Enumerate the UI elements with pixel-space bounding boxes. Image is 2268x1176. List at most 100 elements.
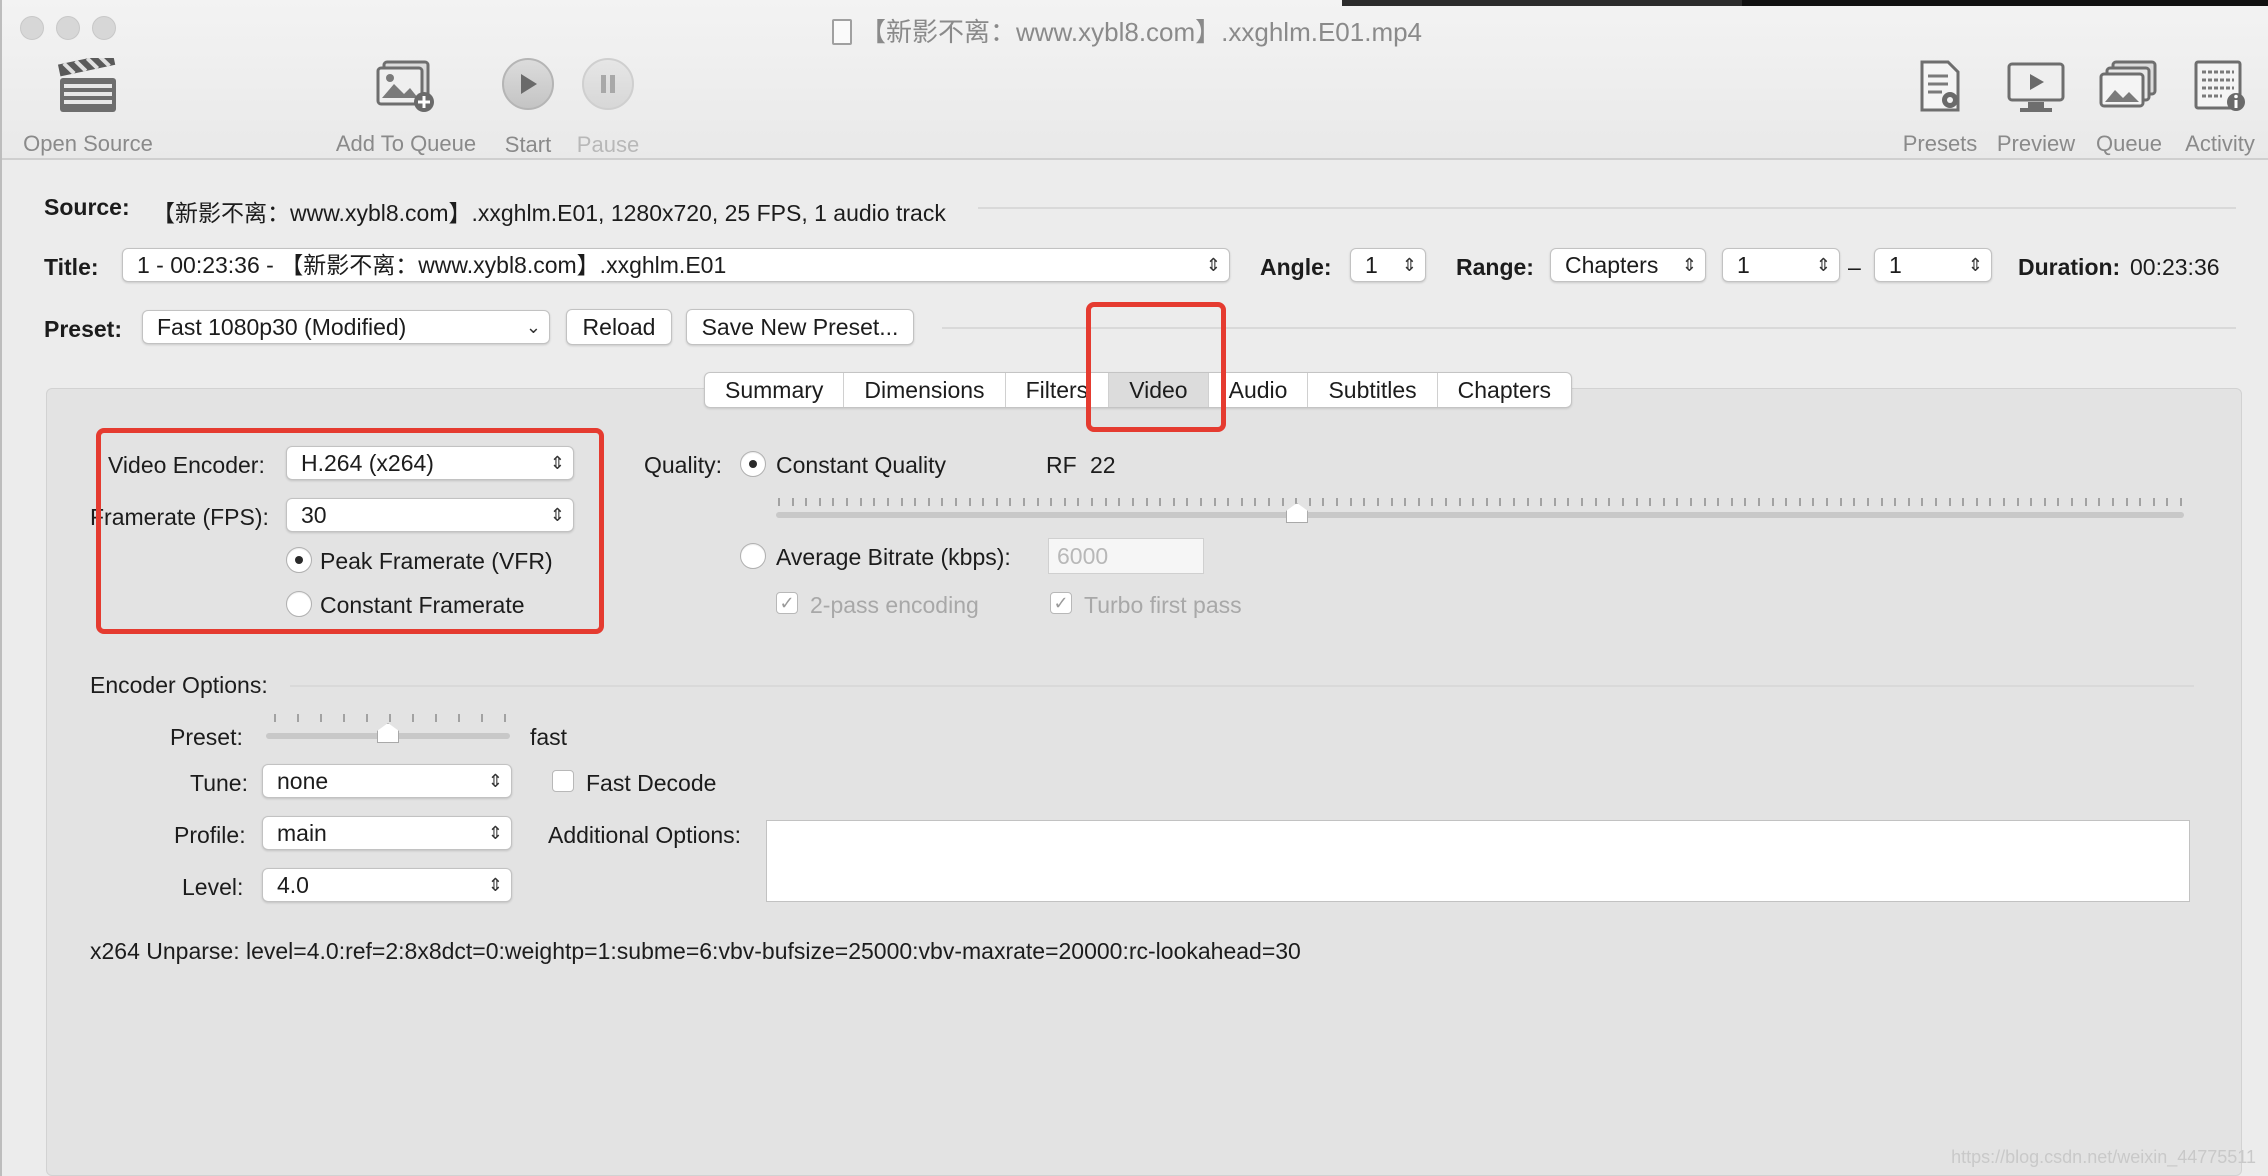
queue-label: Queue <box>2095 131 2163 156</box>
fast-decode-checkbox[interactable] <box>552 770 574 792</box>
rf-slider-ticks <box>778 498 2182 506</box>
updown-arrow-icon: ⇕ <box>487 823 503 843</box>
updown-arrow-icon: ⇕ <box>1205 255 1221 275</box>
pause-icon <box>582 58 634 110</box>
preset-label: Preset: <box>44 316 122 342</box>
profile-value: main <box>277 820 327 846</box>
additional-options-textarea[interactable] <box>766 820 2190 902</box>
preset-select[interactable]: Fast 1080p30 (Modified) ⌄ <box>142 310 550 344</box>
updown-arrow-icon: ⇕ <box>487 771 503 791</box>
encoder-options-heading: Encoder Options: <box>90 672 268 698</box>
tab-summary[interactable]: Summary <box>705 373 845 407</box>
window-title-text: 【新影不离：www.xybl8.com】.xxghlm.E01.mp4 <box>860 17 1423 47</box>
source-label: Source: <box>44 194 130 220</box>
start-label: Start <box>504 132 552 157</box>
queue-button[interactable]: Queue <box>2090 58 2168 157</box>
reload-button[interactable]: Reload <box>566 309 672 345</box>
fast-decode-label: Fast Decode <box>586 770 717 796</box>
angle-value: 1 <box>1365 252 1378 278</box>
range-end-stepper[interactable]: 1 ⇕ <box>1874 248 1992 282</box>
turbo-first-pass-checkbox[interactable]: ✓ <box>1050 592 1072 614</box>
rf-value: 22 <box>1090 452 1116 478</box>
range-end-value: 1 <box>1889 252 1902 278</box>
tab-dimensions[interactable]: Dimensions <box>844 373 1006 407</box>
constant-quality-label: Constant Quality <box>776 452 947 478</box>
encoder-preset-ticks <box>274 714 506 722</box>
turbo-first-pass-label: Turbo first pass <box>1084 592 1242 618</box>
constant-quality-radio[interactable] <box>740 451 766 477</box>
average-bitrate-radio[interactable] <box>740 543 766 569</box>
tune-label: Tune: <box>190 770 248 796</box>
add-to-queue-button[interactable]: Add To Queue <box>328 58 484 157</box>
level-select[interactable]: 4.0 ⇕ <box>262 868 512 902</box>
zoom-window-button[interactable] <box>92 16 116 40</box>
updown-arrow-icon: ⇕ <box>1681 255 1697 275</box>
activity-button[interactable]: Activity <box>2176 58 2264 157</box>
title-select-value: 1 - 00:23:36 - 【新影不离：www.xybl8.com】.xxgh… <box>137 252 727 278</box>
source-divider <box>978 207 2236 209</box>
window-title: 【新影不离：www.xybl8.com】.xxghlm.E01.mp4 <box>832 12 1422 49</box>
rf-label: RF <box>1046 452 1077 478</box>
range-start-stepper[interactable]: 1 ⇕ <box>1722 248 1840 282</box>
encoder-options-divider <box>290 685 2194 687</box>
annotation-box-encoder <box>96 428 604 634</box>
activity-log-icon <box>2194 60 2245 111</box>
quality-label: Quality: <box>644 452 722 478</box>
bitrate-field[interactable]: 6000 <box>1048 538 1204 574</box>
title-select[interactable]: 1 - 00:23:36 - 【新影不离：www.xybl8.com】.xxgh… <box>122 248 1230 282</box>
profile-select[interactable]: main ⇕ <box>262 816 512 850</box>
main-content: Source: 【新影不离：www.xybl8.com】.xxghlm.E01,… <box>6 162 2268 1176</box>
updown-arrow-icon: ⇕ <box>487 875 503 895</box>
updown-arrow-icon: ⇕ <box>1815 255 1831 275</box>
angle-select[interactable]: 1 ⇕ <box>1350 248 1426 282</box>
two-pass-label: 2-pass encoding <box>810 592 979 618</box>
angle-label: Angle: <box>1260 254 1332 280</box>
annotation-box-video-tab <box>1086 302 1226 432</box>
preview-label: Preview <box>1996 131 2076 156</box>
handbrake-window: 【新影不离：www.xybl8.com】.xxghlm.E01.mp4 Open… <box>0 0 2268 1176</box>
clapperboard-icon <box>57 52 116 112</box>
rf-slider-track[interactable] <box>776 512 2184 518</box>
pause-label: Pause <box>576 132 640 157</box>
start-button[interactable]: Start <box>492 58 564 158</box>
source-value: 【新影不离：www.xybl8.com】.xxghlm.E01, 1280x72… <box>152 200 946 226</box>
background-strip-dark <box>1742 0 2268 6</box>
save-new-preset-button[interactable]: Save New Preset... <box>686 309 914 345</box>
document-icon <box>832 19 852 45</box>
play-icon <box>502 58 554 110</box>
close-window-button[interactable] <box>20 16 44 40</box>
encoder-preset-label: Preset: <box>170 724 243 750</box>
title-label: Title: <box>44 254 99 280</box>
open-source-button[interactable]: Open Source <box>16 52 160 157</box>
presets-button[interactable]: Presets <box>1898 58 1982 157</box>
preset-select-value: Fast 1080p30 (Modified) <box>157 314 407 340</box>
two-pass-checkbox[interactable]: ✓ <box>776 592 798 614</box>
activity-label: Activity <box>2185 131 2255 156</box>
presets-label: Presets <box>1902 131 1978 156</box>
range-type-select[interactable]: Chapters ⇕ <box>1550 248 1706 282</box>
x264-unparse-text: x264 Unparse: level=4.0:ref=2:8x8dct=0:w… <box>90 938 1301 964</box>
updown-arrow-icon: ⇕ <box>1967 255 1983 275</box>
tune-value: none <box>277 768 329 794</box>
profile-label: Profile: <box>174 822 246 848</box>
preview-monitor-icon <box>2007 62 2065 112</box>
updown-arrow-icon: ⇕ <box>1401 255 1417 275</box>
tune-select[interactable]: none ⇕ <box>262 764 512 798</box>
watermark: https://blog.csdn.net/weixin_44775511 <box>1951 1147 2256 1167</box>
add-image-icon <box>376 60 434 112</box>
encoder-preset-value: fast <box>530 724 568 750</box>
preview-button[interactable]: Preview <box>1992 58 2080 157</box>
tab-chapters[interactable]: Chapters <box>1438 373 1571 407</box>
tab-subtitles[interactable]: Subtitles <box>1308 373 1438 407</box>
range-type-value: Chapters <box>1565 252 1659 278</box>
pause-button[interactable]: Pause <box>572 58 644 158</box>
presets-icon <box>1920 60 1960 112</box>
title-bar: 【新影不离：www.xybl8.com】.xxghlm.E01.mp4 Open… <box>2 0 2268 160</box>
chevron-down-icon: ⌄ <box>525 317 541 337</box>
queue-stack-icon <box>2099 60 2157 108</box>
additional-options-label: Additional Options: <box>548 822 742 848</box>
range-label: Range: <box>1456 254 1534 280</box>
add-to-queue-label: Add To Queue <box>335 131 477 156</box>
minimize-window-button[interactable] <box>56 16 80 40</box>
duration-label: Duration: <box>2018 254 2121 280</box>
